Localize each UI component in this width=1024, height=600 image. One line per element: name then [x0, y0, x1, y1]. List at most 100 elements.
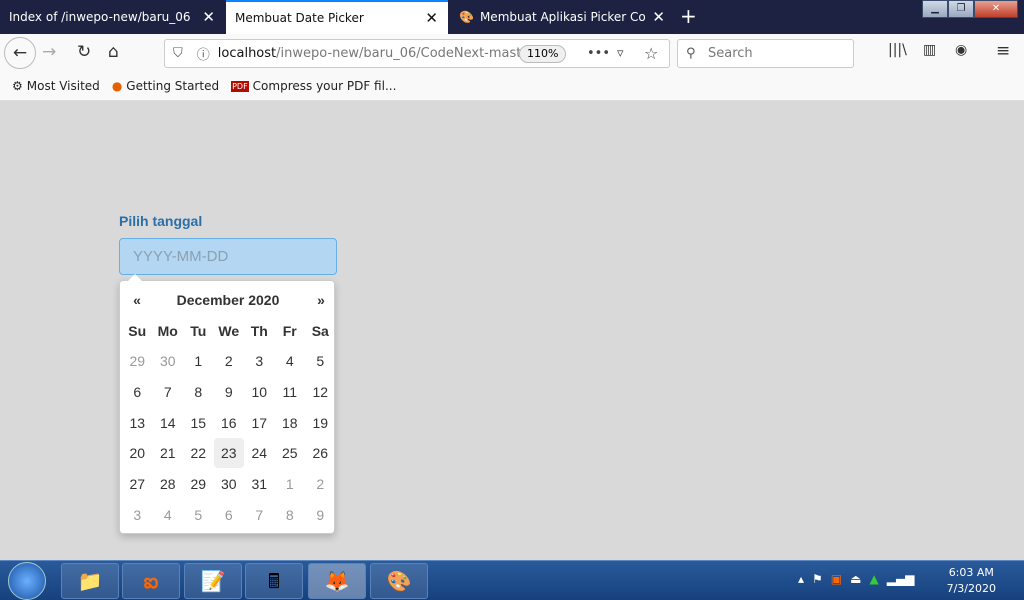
day-cell[interactable]: 2 — [305, 469, 336, 499]
info-icon[interactable]: ⓘ — [197, 44, 210, 63]
day-cell[interactable]: 24 — [244, 438, 275, 468]
day-cell[interactable]: 15 — [183, 408, 214, 438]
back-button[interactable]: ← — [4, 37, 36, 69]
bookmark-label: Compress your PDF fil... — [252, 79, 397, 93]
close-tab-icon[interactable]: ✕ — [425, 9, 438, 27]
signal-icon[interactable]: ▂▄▆ — [887, 572, 915, 586]
xampp-tray-icon[interactable]: ▣ — [831, 572, 842, 586]
more-icon[interactable]: ••• — [587, 46, 610, 61]
day-cell[interactable]: 20 — [122, 438, 153, 468]
forward-button[interactable]: → — [42, 42, 56, 62]
day-cell[interactable]: 4 — [275, 346, 306, 376]
tab-picker-color[interactable]: 🎨 Membuat Aplikasi Picker Color ✕ — [450, 0, 675, 34]
paint-icon[interactable]: 🎨 — [370, 563, 428, 599]
day-cell[interactable]: 10 — [244, 377, 275, 407]
show-hidden-icon[interactable]: ▴ — [798, 572, 804, 586]
day-cell[interactable]: 17 — [244, 408, 275, 438]
day-cell[interactable]: 21 — [153, 438, 184, 468]
url-host: localhost — [217, 46, 277, 61]
xampp-icon[interactable]: ఐ — [122, 563, 180, 599]
day-cell[interactable]: 9 — [305, 500, 336, 530]
day-cell[interactable]: 23 — [213, 438, 244, 469]
bookmark-getting-started[interactable]: ● Getting Started — [112, 79, 219, 93]
usb-icon[interactable]: ⏏ — [850, 572, 861, 586]
day-cell[interactable]: 1 — [183, 346, 214, 376]
day-cell[interactable]: 8 — [183, 377, 214, 407]
day-cell[interactable]: 14 — [153, 408, 184, 438]
home-button[interactable]: ⌂ — [108, 42, 119, 62]
day-cell[interactable]: 30 — [153, 346, 184, 376]
day-cell[interactable]: 13 — [122, 408, 153, 438]
day-cell[interactable]: 4 — [153, 500, 184, 530]
day-cell[interactable]: 19 — [305, 408, 336, 438]
day-cell[interactable]: 5 — [305, 346, 336, 376]
day-cell[interactable]: 6 — [214, 500, 245, 530]
day-cell[interactable]: 7 — [153, 377, 184, 407]
day-cell[interactable]: 7 — [244, 500, 275, 530]
library-icon[interactable]: |||\ — [888, 42, 907, 58]
month-title[interactable]: December 2020 — [174, 285, 282, 315]
close-tab-icon[interactable]: ✕ — [202, 8, 215, 26]
explorer-icon[interactable]: 📁 — [61, 563, 119, 599]
pocket-icon[interactable]: ▿ — [617, 46, 624, 61]
shield-icon: ⛉ — [173, 46, 183, 61]
zoom-level[interactable]: 110% — [519, 45, 567, 63]
day-cell[interactable]: 29 — [122, 346, 153, 376]
notepad-icon[interactable]: 📝 — [184, 563, 242, 599]
weekday-we: We — [218, 323, 240, 339]
bookmark-star-icon[interactable]: ☆ — [644, 44, 658, 63]
close-tab-icon[interactable]: ✕ — [652, 8, 665, 26]
search-input[interactable]: ⚲ Search — [677, 39, 854, 68]
network-tray-icon[interactable]: ▲ — [869, 572, 878, 586]
date-input[interactable]: YYYY-MM-DD — [119, 238, 337, 275]
day-cell[interactable]: 31 — [244, 469, 275, 499]
minimize-button[interactable]: ▁ — [922, 0, 948, 18]
new-tab-button[interactable]: + — [680, 4, 697, 28]
day-cell[interactable]: 26 — [305, 438, 336, 468]
clock[interactable]: 6:03 AM 7/3/2020 — [947, 565, 996, 597]
day-cell[interactable]: 2 — [214, 346, 245, 376]
maximize-button[interactable]: ❐ — [948, 0, 974, 18]
day-cell[interactable]: 1 — [275, 469, 306, 499]
reload-button[interactable]: ↻ — [77, 42, 91, 62]
tab-date-picker[interactable]: Membuat Date Picker ✕ — [226, 0, 448, 34]
date-label: Pilih tanggal — [119, 213, 203, 229]
day-cell[interactable]: 25 — [275, 438, 306, 468]
search-placeholder: Search — [708, 46, 753, 61]
day-cell[interactable]: 6 — [122, 377, 153, 407]
day-cell[interactable]: 27 — [122, 469, 153, 499]
bookmark-compress-pdf[interactable]: PDF Compress your PDF fil... — [231, 79, 396, 93]
day-cell[interactable]: 8 — [275, 500, 306, 530]
prev-month-button[interactable]: « — [122, 285, 152, 315]
search-icon: ⚲ — [686, 46, 696, 61]
day-cell[interactable]: 9 — [214, 377, 245, 407]
day-cell[interactable]: 3 — [244, 346, 275, 376]
day-cell[interactable]: 22 — [183, 438, 214, 468]
firefox-icon[interactable]: 🦊 — [308, 563, 366, 599]
calculator-icon[interactable]: 🖩 — [245, 563, 303, 599]
close-window-button[interactable]: ✕ — [974, 0, 1018, 18]
datepicker-header: « December 2020 » — [120, 285, 336, 315]
weekday-mo: Mo — [157, 323, 178, 339]
flag-icon[interactable]: ⚑ — [812, 572, 823, 586]
day-cell[interactable]: 18 — [275, 408, 306, 438]
day-cell[interactable]: 29 — [183, 469, 214, 499]
url-bar[interactable]: ⛉ ⓘ localhost/inwepo-new/baru_06/CodeNex… — [164, 39, 670, 68]
bookmark-most-visited[interactable]: ⚙ Most Visited — [12, 79, 100, 93]
day-cell[interactable]: 16 — [214, 408, 245, 438]
day-cell[interactable]: 30 — [214, 469, 245, 499]
day-cell[interactable]: 28 — [153, 469, 184, 499]
day-cell[interactable]: 12 — [305, 377, 336, 407]
account-icon[interactable]: ◉ — [955, 42, 967, 58]
start-button[interactable] — [8, 562, 46, 600]
day-cell[interactable]: 5 — [183, 500, 214, 530]
clock-date: 7/3/2020 — [946, 582, 996, 595]
menu-icon[interactable]: ≡ — [996, 41, 1010, 61]
day-cell[interactable]: 3 — [122, 500, 153, 530]
day-cell[interactable]: 11 — [275, 377, 306, 407]
pdf-icon: PDF — [231, 80, 249, 92]
next-month-button[interactable]: » — [306, 285, 336, 315]
sidebar-icon[interactable]: ▥ — [923, 42, 936, 58]
tab-index[interactable]: Index of /inwepo-new/baru_06 ✕ — [0, 0, 225, 34]
tab-label: Index of /inwepo-new/baru_06 — [9, 10, 191, 24]
